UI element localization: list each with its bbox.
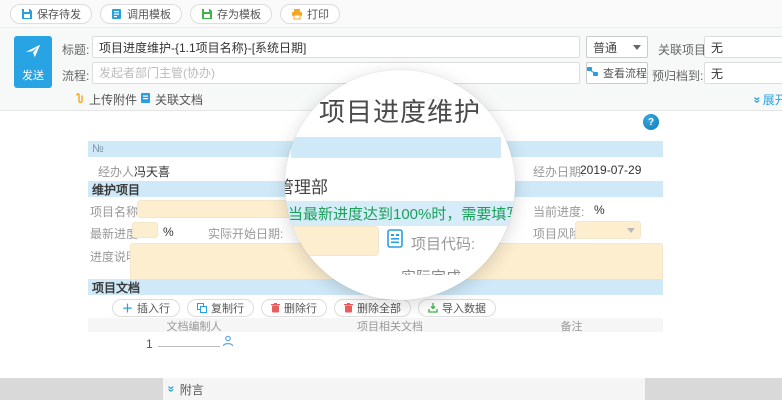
chevron-down-icon	[633, 45, 641, 50]
priority-value: 普通	[593, 39, 617, 56]
docs-table-header: 文档编制人 项目相关文档 备注	[88, 318, 663, 332]
project-risk-select[interactable]	[575, 221, 641, 239]
trash-icon	[344, 303, 353, 313]
project-name-label: 项目名称:	[90, 203, 141, 220]
doc-author-input[interactable]	[158, 333, 220, 347]
latest-progress-unit: %	[163, 225, 174, 239]
top-toolbar: 保存待发 调用模板 存为模板 打印	[0, 0, 782, 28]
double-chevron-down-icon: »	[751, 96, 763, 103]
print-icon	[291, 8, 303, 20]
import-data-label: 导入数据	[442, 300, 486, 316]
row-index: 1	[146, 337, 153, 351]
upload-attachment-label: 上传附件	[89, 91, 137, 108]
handle-date-value: 2019-07-29	[580, 163, 641, 177]
latest-progress-input[interactable]	[132, 222, 158, 238]
oa-form-page: 冯天喜 2019-07-29 2019-07-29 2019-07-29 201…	[0, 0, 782, 400]
prearchive-label: 预归档到:	[652, 67, 703, 84]
double-chevron-down-icon: »	[165, 386, 177, 393]
col-doc-author: 文档编制人	[88, 318, 300, 334]
form-number-label: №	[92, 143, 104, 155]
copy-icon	[197, 303, 207, 313]
insert-row-button[interactable]: ＋ 插入行	[112, 299, 180, 317]
postscript-label: 附言	[180, 381, 204, 398]
load-template-label: 调用模板	[127, 6, 171, 22]
load-template-button[interactable]: 调用模板	[100, 4, 182, 24]
help-icon[interactable]: ?	[643, 114, 659, 130]
flow-label: 流程:	[62, 67, 89, 84]
magnified-form-title: 项目进度维护	[285, 92, 515, 129]
current-progress-unit: %	[594, 203, 605, 217]
flow-input[interactable]	[92, 62, 580, 84]
template-icon	[111, 8, 123, 20]
bottom-bar: » 附言	[0, 378, 782, 400]
document-icon	[140, 92, 151, 107]
save-pending-label: 保存待发	[37, 6, 81, 22]
section-maintain-label: 维护项目	[92, 181, 140, 198]
table-button-row: ＋ 插入行 复制行 删除行 删除全部 导入数据	[112, 299, 496, 317]
prearchive-input[interactable]	[704, 62, 782, 84]
postscript-toggle[interactable]: » 附言	[163, 378, 645, 400]
save-as-template-icon	[201, 8, 213, 20]
view-flow-label: 查看流程	[603, 65, 647, 81]
related-project-label: 关联项目:	[658, 41, 709, 58]
copy-row-button[interactable]: 复制行	[187, 299, 254, 317]
magnified-number-bar	[291, 137, 501, 158]
delete-row-button[interactable]: 删除行	[261, 299, 327, 317]
insert-row-label: 插入行	[137, 300, 170, 316]
delete-all-button[interactable]: 删除全部	[334, 299, 411, 317]
send-button[interactable]: 发送	[14, 36, 52, 88]
save-as-template-label: 存为模板	[217, 6, 261, 22]
expand-link[interactable]: » 展开	[754, 91, 782, 108]
related-doc-link[interactable]: 关联文档	[140, 91, 203, 108]
upload-attachment-link[interactable]: 上传附件	[74, 91, 137, 108]
plus-icon: ＋	[122, 300, 133, 316]
magnifier-overlay: 2019-07-29 项目进度维护 管理部 当最新进度达到100%时，需要填写实…	[285, 70, 515, 300]
project-code-icon	[387, 229, 403, 251]
person-picker-icon[interactable]	[222, 335, 234, 350]
save-pending-button[interactable]: 保存待发	[10, 4, 92, 24]
magnified-department: 管理部	[285, 173, 328, 198]
magnified-hint-text: 当最新进度达到100%时，需要填写实际	[285, 203, 515, 224]
magnified-project-code-label: 项目代码:	[411, 233, 475, 254]
col-remarks: 备注	[480, 318, 663, 334]
flow-chart-icon	[587, 67, 599, 80]
delete-all-label: 删除全部	[357, 300, 401, 316]
section-docs-label: 项目文档	[92, 279, 140, 296]
print-label: 打印	[307, 6, 329, 22]
related-project-input[interactable]	[704, 36, 782, 58]
col-related-docs: 项目相关文档	[300, 318, 480, 334]
save-icon	[21, 8, 33, 20]
magnified-required-input	[285, 226, 379, 256]
priority-select[interactable]: 普通	[586, 36, 648, 58]
handler-label: 经办人:	[98, 163, 137, 180]
handler-value: 冯天喜	[134, 163, 170, 180]
chevron-down-icon	[627, 228, 635, 233]
import-data-button[interactable]: 导入数据	[418, 299, 496, 317]
trash-icon	[271, 303, 280, 313]
expand-label: 展开	[763, 91, 782, 108]
view-flow-button[interactable]: 查看流程	[586, 62, 648, 84]
import-icon	[428, 303, 438, 313]
copy-row-label: 复制行	[211, 300, 244, 316]
magnified-hint-band: 当最新进度达到100%时，需要填写实际	[285, 201, 515, 226]
print-button[interactable]: 打印	[280, 4, 340, 24]
paper-plane-icon	[24, 42, 42, 63]
title-input[interactable]	[92, 36, 580, 58]
paperclip-icon	[74, 92, 85, 107]
delete-row-label: 删除行	[284, 300, 317, 316]
save-as-template-button[interactable]: 存为模板	[190, 4, 272, 24]
handle-date-label: 经办日期:	[533, 163, 584, 180]
actual-start-label: 实际开始日期:	[208, 225, 283, 242]
related-doc-label: 关联文档	[155, 91, 203, 108]
title-label: 标题:	[62, 41, 89, 58]
send-label: 发送	[22, 67, 44, 83]
current-progress-label: 当前进度:	[533, 203, 584, 220]
magnified-partial-text: 实际完成	[401, 266, 461, 275]
